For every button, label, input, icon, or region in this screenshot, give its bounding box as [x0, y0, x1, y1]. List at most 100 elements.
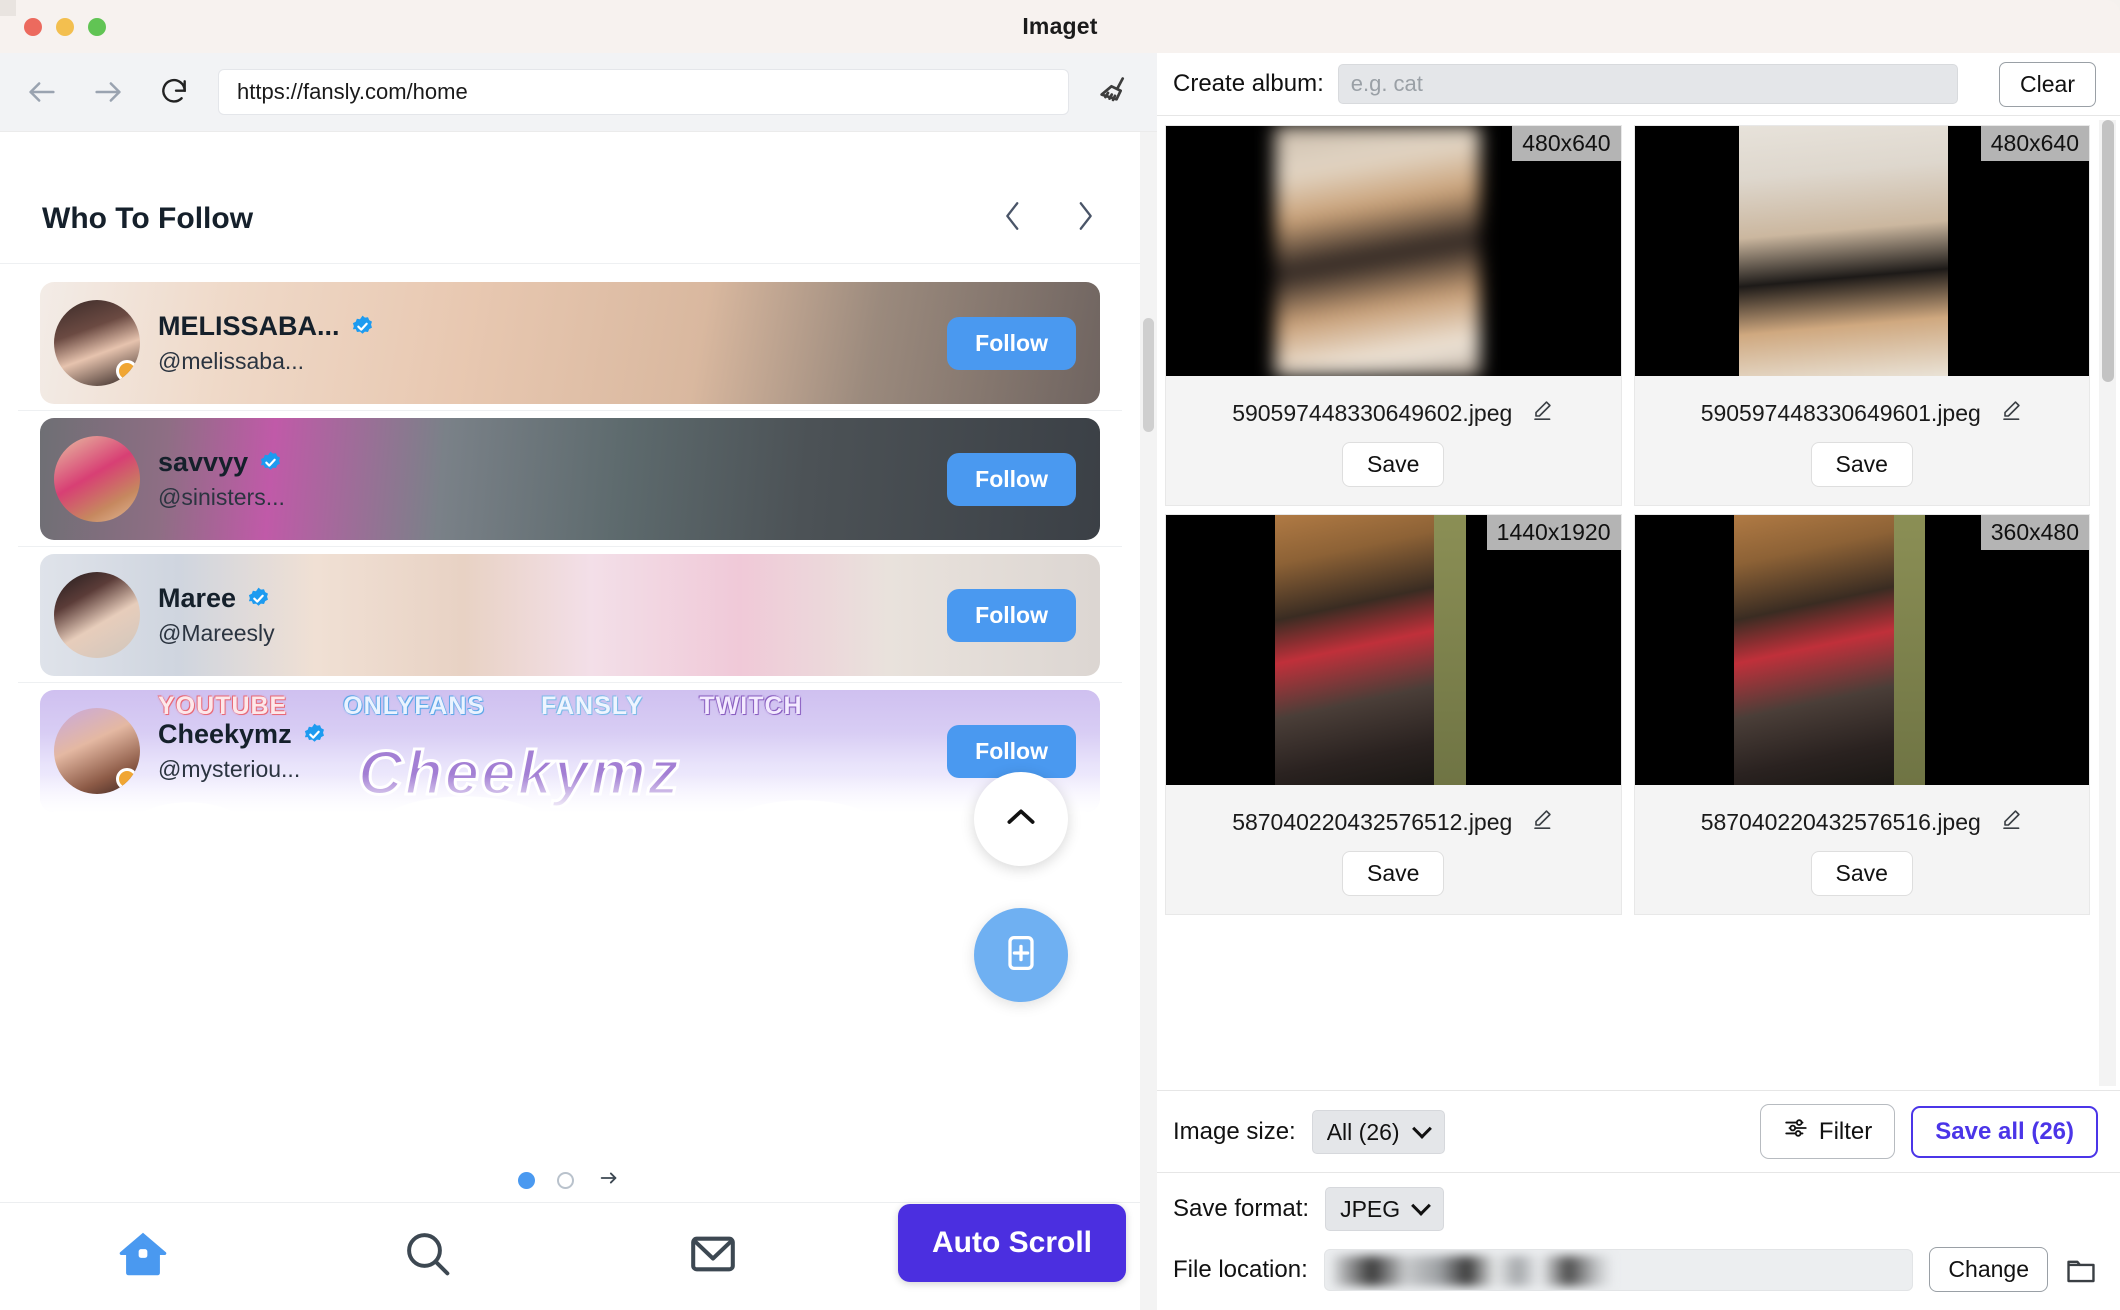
carousel-dot[interactable]	[557, 1171, 574, 1189]
image-thumbnail[interactable]: 480x640	[1166, 126, 1621, 376]
pencil-icon[interactable]	[1530, 807, 1554, 837]
change-location-button[interactable]: Change	[1929, 1247, 2048, 1292]
image-filename: 590597448330649601.jpeg	[1700, 399, 1981, 426]
avatar[interactable]	[54, 436, 140, 522]
home-icon[interactable]	[114, 1225, 172, 1288]
follow-card-name: MELISSABA...	[158, 310, 340, 341]
follow-card[interactable]: MELISSABA... @melissaba... Follow	[40, 282, 1100, 404]
back-icon[interactable]	[20, 70, 64, 114]
image-card[interactable]: 480x640 590597448330649602.jpeg Save	[1165, 125, 1622, 506]
image-size-select[interactable]: All (26)	[1311, 1109, 1445, 1154]
follow-button[interactable]: Follow	[947, 724, 1076, 778]
verified-badge-icon	[246, 586, 271, 611]
auto-scroll-button[interactable]: Auto Scroll	[897, 1204, 1126, 1282]
image-thumbnail[interactable]: 480x640	[1634, 126, 2089, 376]
sliders-icon	[1783, 1115, 1809, 1148]
follow-card[interactable]: YOUTUBE ONLYFANS FANSLY TWITCH Cheekymz	[40, 690, 1100, 812]
online-badge	[116, 360, 138, 382]
broom-icon[interactable]	[1091, 69, 1137, 115]
image-card[interactable]: 480x640 590597448330649601.jpeg Save	[1633, 125, 2090, 506]
search-icon[interactable]	[400, 1226, 456, 1287]
pencil-icon[interactable]	[1530, 398, 1554, 428]
verified-badge-icon	[302, 722, 327, 747]
image-grid-scrollbar[interactable]	[2099, 120, 2116, 1086]
follow-card-name: savvyy	[158, 446, 249, 477]
image-card[interactable]: 360x480 587040220432576516.jpeg Save	[1633, 514, 2090, 915]
filter-button-label: Filter	[1818, 1117, 1873, 1145]
album-name-input[interactable]	[1337, 64, 1958, 104]
file-location-field[interactable]	[1323, 1248, 1914, 1291]
save-button[interactable]: Save	[1810, 851, 1913, 896]
image-grid-scrollbar-thumb[interactable]	[2102, 120, 2114, 382]
album-bar: Create album: Clear	[1157, 53, 2120, 115]
follow-card-handle: @mysteriou...	[158, 756, 301, 783]
redacted-path	[1332, 1255, 1613, 1286]
follow-button[interactable]: Follow	[947, 588, 1076, 642]
page-scrollbar-thumb[interactable]	[1143, 318, 1154, 432]
pencil-icon[interactable]	[1999, 398, 2023, 428]
pencil-icon[interactable]	[1999, 807, 2023, 837]
chevron-right-icon[interactable]	[1072, 199, 1098, 238]
scroll-to-top-button[interactable]	[974, 772, 1068, 866]
image-dimensions-badge: 480x640	[1512, 126, 1621, 161]
follow-button[interactable]: Follow	[947, 452, 1076, 506]
chevron-left-icon[interactable]	[1000, 199, 1026, 238]
image-filename: 587040220432576512.jpeg	[1232, 808, 1513, 835]
avatar[interactable]	[54, 708, 140, 794]
create-album-label: Create album:	[1173, 70, 1324, 97]
follow-card[interactable]: Maree @Mareesly Follow	[40, 554, 1100, 676]
forward-icon[interactable]	[86, 70, 130, 114]
carousel-pagination	[0, 1167, 1140, 1193]
divider	[18, 410, 1122, 411]
verified-badge-icon	[350, 314, 375, 339]
save-button[interactable]: Save	[1342, 851, 1445, 896]
save-button[interactable]: Save	[1810, 442, 1913, 487]
follow-card-handle: @melissaba...	[158, 348, 305, 375]
app-title: Imaget	[1022, 13, 1098, 39]
file-location-label: File location:	[1173, 1255, 1308, 1283]
follow-button[interactable]: Follow	[947, 316, 1076, 370]
image-size-label: Image size:	[1173, 1117, 1296, 1145]
save-button[interactable]: Save	[1342, 442, 1445, 487]
image-dimensions-badge: 1440x1920	[1486, 515, 1621, 550]
save-settings: Save format: JPEG File location: Change	[1157, 1172, 2120, 1310]
folder-icon[interactable]	[2064, 1253, 2098, 1287]
address-bar-text: https://fansly.com/home	[237, 79, 468, 104]
follow-card[interactable]: savvyy @sinisters... Follow	[40, 418, 1100, 540]
clear-button[interactable]: Clear	[1999, 61, 2096, 107]
carousel-next-icon[interactable]	[596, 1167, 622, 1193]
reload-icon[interactable]	[152, 70, 196, 114]
filter-button[interactable]: Filter	[1759, 1104, 1896, 1159]
mail-icon[interactable]	[686, 1227, 740, 1286]
avatar[interactable]	[54, 572, 140, 658]
imaget-panel: Create album: Clear 480x640 590597448330…	[1157, 53, 2120, 1310]
add-image-icon	[999, 931, 1043, 980]
image-grid: 480x640 590597448330649602.jpeg Save 480…	[1157, 116, 2120, 915]
who-to-follow-nav	[1000, 199, 1098, 238]
avatar[interactable]	[54, 300, 140, 386]
divider	[18, 682, 1122, 683]
follow-card-name: Maree	[158, 582, 237, 613]
web-content: Who To Follow MELISSABA... @melissaba...…	[0, 131, 1157, 1310]
save-format-label: Save format:	[1173, 1195, 1310, 1222]
add-image-button[interactable]	[974, 908, 1068, 1002]
image-thumbnail[interactable]: 1440x1920	[1166, 515, 1621, 785]
app-window: Imaget https://fansly.com/home Who To Fo…	[0, 0, 2120, 1310]
divider	[18, 546, 1122, 547]
nav-home[interactable]	[0, 1225, 285, 1288]
browser-pane: https://fansly.com/home Who To Follow ME…	[0, 53, 1157, 1310]
save-all-button[interactable]: Save all (26)	[1911, 1105, 2098, 1158]
nav-messages[interactable]	[570, 1227, 855, 1286]
nav-search[interactable]	[285, 1226, 570, 1287]
save-format-select[interactable]: JPEG	[1325, 1187, 1445, 1231]
image-dimensions-badge: 360x480	[1980, 515, 2089, 550]
window-titlebar: Imaget	[0, 0, 2120, 53]
image-dimensions-badge: 480x640	[1980, 126, 2089, 161]
address-bar[interactable]: https://fansly.com/home	[218, 69, 1069, 115]
carousel-dot-active[interactable]	[518, 1171, 535, 1189]
chevron-up-icon	[1001, 797, 1041, 842]
page-scrollbar[interactable]	[1140, 132, 1157, 1310]
image-thumbnail[interactable]: 360x480	[1634, 515, 2089, 785]
image-card[interactable]: 1440x1920 587040220432576512.jpeg Save	[1165, 514, 1622, 915]
follow-card-handle: @Mareesly	[158, 620, 275, 647]
